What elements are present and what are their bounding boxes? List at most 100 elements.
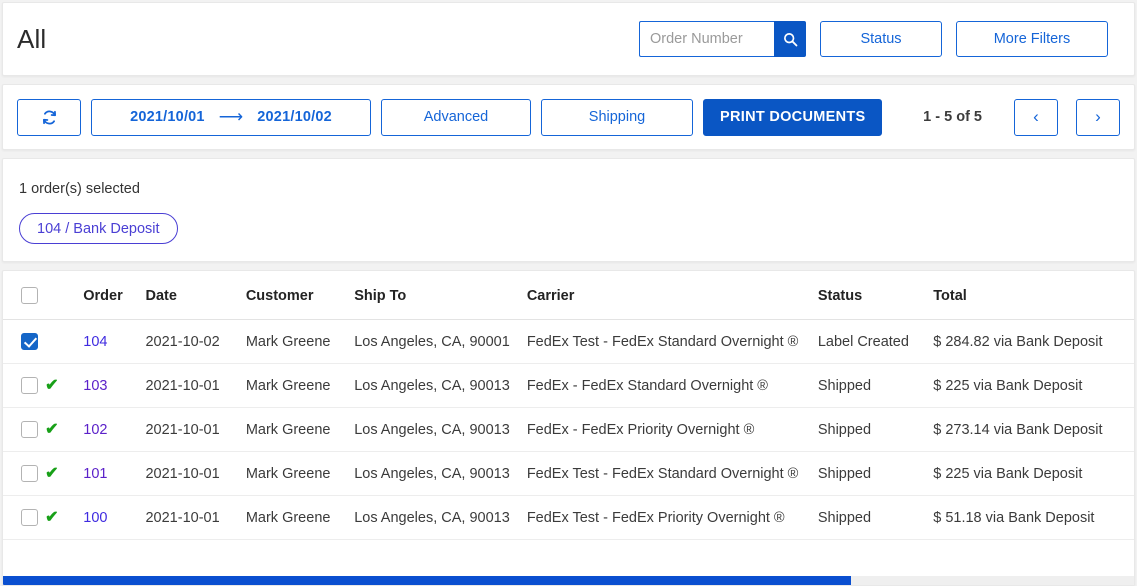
row-flag-cell: ✔	[45, 495, 84, 540]
column-header-order[interactable]: Order	[83, 271, 146, 320]
row-select-cell	[3, 451, 46, 496]
table-row[interactable]: ✔ 102 2021-10-01 Mark Greene Los Angeles, CA…	[3, 407, 1134, 452]
cell-ship-to: Los Angeles, CA, 90013	[354, 363, 527, 408]
cell-order: 103	[83, 363, 146, 408]
row-checkbox[interactable]	[21, 333, 38, 350]
pagination-label: 1 - 5 of 5	[923, 109, 982, 125]
cell-total: $ 273.14 via Bank Deposit	[933, 407, 1134, 452]
orders-table: Order Date Customer Ship To Carrier Stat…	[3, 271, 1134, 540]
cell-date: 2021-10-01	[145, 363, 246, 408]
cell-order: 101	[83, 451, 146, 496]
cell-status: Shipped	[817, 363, 934, 408]
header-bar: All Status More Filters	[2, 2, 1135, 76]
status-filter-button[interactable]: Status	[820, 21, 942, 57]
cell-customer: Mark Greene	[245, 319, 355, 364]
selection-panel: 1 order(s) selected 104 / Bank Deposit	[2, 158, 1135, 262]
shipping-button[interactable]: Shipping	[541, 98, 693, 136]
order-number-search-group	[639, 21, 806, 57]
cell-ship-to: Los Angeles, CA, 90013	[354, 495, 527, 540]
table-row[interactable]: ✔ 101 2021-10-01 Mark Greene Los Angeles, CA…	[3, 451, 1134, 496]
cell-date: 2021-10-01	[145, 495, 246, 540]
print-documents-button[interactable]: PRINT DOCUMENTS	[703, 98, 883, 136]
row-select-cell	[3, 363, 46, 408]
cell-ship-to: Los Angeles, CA, 90001	[354, 319, 527, 364]
table-row[interactable]: ✔ 103 2021-10-01 Mark Greene Los Angeles, CA…	[3, 363, 1134, 408]
order-link[interactable]: 101	[83, 466, 107, 482]
cell-date: 2021-10-01	[145, 407, 246, 452]
cell-date: 2021-10-02	[145, 319, 246, 364]
date-from: 2021/10/01	[130, 109, 205, 125]
cell-status: Shipped	[817, 451, 934, 496]
search-input[interactable]	[639, 21, 774, 57]
orders-page: All Status More Filters	[0, 0, 1137, 586]
header-actions: Status More Filters	[639, 21, 1108, 57]
row-select-cell	[3, 407, 46, 452]
order-link[interactable]: 100	[83, 510, 107, 526]
column-header-carrier[interactable]: Carrier	[526, 271, 818, 320]
row-checkbox[interactable]	[21, 465, 38, 482]
cell-order: 102	[83, 407, 146, 452]
cell-customer: Mark Greene	[245, 407, 355, 452]
column-header-total[interactable]: Total	[933, 271, 1134, 320]
selected-order-chip[interactable]: 104 / Bank Deposit	[19, 213, 178, 244]
cell-order: 100	[83, 495, 146, 540]
row-checkbox[interactable]	[21, 421, 38, 438]
table-row[interactable]: 104 2021-10-02 Mark Greene Los Angeles, CA,…	[3, 319, 1134, 364]
orders-table-head: Order Date Customer Ship To Carrier Stat…	[3, 271, 1134, 320]
select-all-header	[3, 271, 46, 320]
cell-total: $ 225 via Bank Deposit	[933, 451, 1134, 496]
row-checkbox[interactable]	[21, 377, 38, 394]
horizontal-scrollbar[interactable]	[3, 576, 1134, 585]
cell-total: $ 284.82 via Bank Deposit	[933, 319, 1134, 364]
shipped-check-icon: ✔	[45, 376, 59, 394]
order-link[interactable]: 102	[83, 422, 107, 438]
cell-order: 104	[83, 319, 146, 364]
cell-carrier: FedEx Test - FedEx Standard Overnight ®	[526, 319, 818, 364]
advanced-button[interactable]: Advanced	[381, 98, 531, 136]
column-header-date[interactable]: Date	[145, 271, 246, 320]
select-all-checkbox[interactable]	[21, 287, 38, 304]
shipped-check-icon: ✔	[45, 420, 59, 438]
cell-ship-to: Los Angeles, CA, 90013	[354, 451, 527, 496]
order-link[interactable]: 103	[83, 378, 107, 394]
scrollbar-thumb[interactable]	[3, 576, 852, 585]
cell-customer: Mark Greene	[245, 495, 355, 540]
table-row[interactable]: ✔ 100 2021-10-01 Mark Greene Los Angeles, CA…	[3, 495, 1134, 540]
row-checkbox[interactable]	[21, 509, 38, 526]
cell-status: Shipped	[817, 495, 934, 540]
row-select-cell	[3, 319, 46, 364]
orders-table-body: 104 2021-10-02 Mark Greene Los Angeles, CA,…	[3, 319, 1134, 540]
flag-header	[45, 271, 84, 320]
date-to: 2021/10/02	[257, 109, 332, 125]
refresh-button[interactable]	[17, 98, 81, 136]
selection-count-label: 1 order(s) selected	[19, 181, 140, 197]
cell-carrier: FedEx Test - FedEx Priority Overnight ®	[526, 495, 818, 540]
cell-ship-to: Los Angeles, CA, 90013	[354, 407, 527, 452]
column-header-ship-to[interactable]: Ship To	[354, 271, 527, 320]
cell-customer: Mark Greene	[245, 451, 355, 496]
cell-total: $ 225 via Bank Deposit	[933, 363, 1134, 408]
row-flag-cell: ✔	[45, 407, 84, 452]
cell-carrier: FedEx Test - FedEx Standard Overnight ®	[526, 451, 818, 496]
date-range-picker[interactable]: 2021/10/01 ⟶ 2021/10/02	[91, 98, 371, 136]
table-header-row: Order Date Customer Ship To Carrier Stat…	[3, 271, 1134, 320]
column-header-customer[interactable]: Customer	[245, 271, 355, 320]
cell-date: 2021-10-01	[145, 451, 246, 496]
cell-carrier: FedEx - FedEx Standard Overnight ®	[526, 363, 818, 408]
orders-table-card: Order Date Customer Ship To Carrier Stat…	[2, 270, 1135, 586]
more-filters-button[interactable]: More Filters	[956, 21, 1108, 57]
toolbar: 2021/10/01 ⟶ 2021/10/02 Advanced Shippin…	[2, 84, 1135, 150]
search-button[interactable]	[774, 21, 806, 57]
order-link[interactable]: 104	[83, 334, 107, 350]
cell-customer: Mark Greene	[245, 363, 355, 408]
column-header-status[interactable]: Status	[817, 271, 934, 320]
row-flag-cell	[45, 319, 84, 364]
page-title: All	[17, 23, 47, 54]
search-icon	[783, 32, 797, 46]
row-flag-cell: ✔	[45, 451, 84, 496]
next-page-button[interactable]: ›	[1076, 98, 1120, 136]
prev-page-button[interactable]: ‹	[1014, 98, 1058, 136]
cell-status: Label Created	[817, 319, 934, 364]
cell-total: $ 51.18 via Bank Deposit	[933, 495, 1134, 540]
row-flag-cell: ✔	[45, 363, 84, 408]
